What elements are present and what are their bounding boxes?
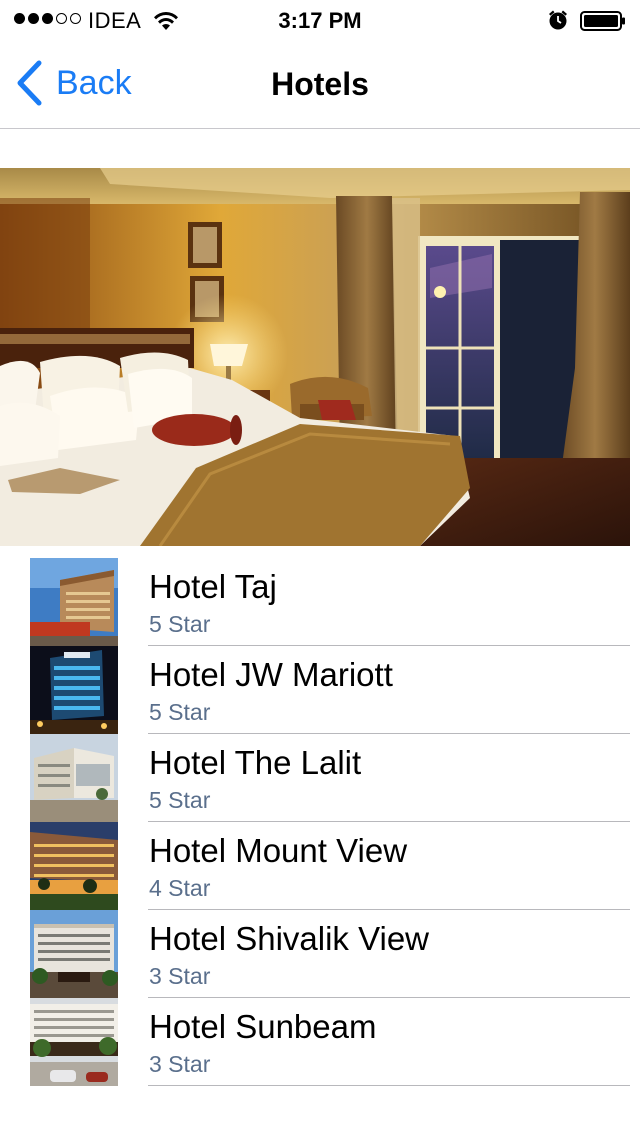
hotel-thumbnail [30,558,118,646]
hotel-thumbnail [30,734,118,822]
hero-hotel-room-image [0,168,630,546]
navigation-bar: Back Hotels [0,40,640,129]
hotel-name: Hotel The Lalit [149,744,362,781]
hotel-thumbnail [30,646,118,734]
list-item[interactable]: Hotel The Lalit 5 Star [0,734,640,822]
page-title: Hotels [271,66,369,102]
hotel-name: Hotel Sunbeam [149,1008,377,1045]
list-item[interactable]: Hotel Taj 5 Star [0,558,640,646]
hotel-info: Hotel Sunbeam 3 Star [148,998,630,1086]
hotel-info: Hotel Mount View 4 Star [148,822,630,910]
list-item[interactable]: Hotel Sunbeam 3 Star [0,998,640,1086]
hotel-info: Hotel The Lalit 5 Star [148,734,630,822]
hotel-info: Hotel Shivalik View 3 Star [148,910,630,998]
hotel-rating: 5 Star [149,787,211,813]
hotel-rating: 5 Star [149,611,211,637]
hotel-thumbnail [30,998,118,1086]
clock: 3:17 PM [278,8,362,33]
battery-icon [580,11,625,31]
hotel-thumbnail [30,910,118,998]
list-item[interactable]: Hotel Mount View 4 Star [0,822,640,910]
hotel-info: Hotel JW Mariott 5 Star [148,646,630,734]
list-item[interactable]: Hotel JW Mariott 5 Star [0,646,640,734]
alarm-clock-icon [549,10,567,30]
hotel-thumbnail [30,822,118,910]
hotel-name: Hotel Shivalik View [149,920,430,957]
hotel-rating: 3 Star [149,963,211,989]
hotel-rating: 5 Star [149,699,211,725]
status-bar: IDEA 3:17 PM [0,0,640,40]
list-item[interactable]: Hotel Shivalik View 3 Star [0,910,640,998]
hotel-name: Hotel Mount View [149,832,408,869]
hotel-rating: 4 Star [149,875,211,901]
hotel-name: Hotel JW Mariott [149,656,393,693]
hotel-info: Hotel Taj 5 Star [148,558,630,646]
hotel-list: Hotel Taj 5 Star Hotel JW Mariott 5 Star [0,558,640,1086]
hotel-name: Hotel Taj [149,568,277,605]
hotel-rating: 3 Star [149,1051,211,1077]
